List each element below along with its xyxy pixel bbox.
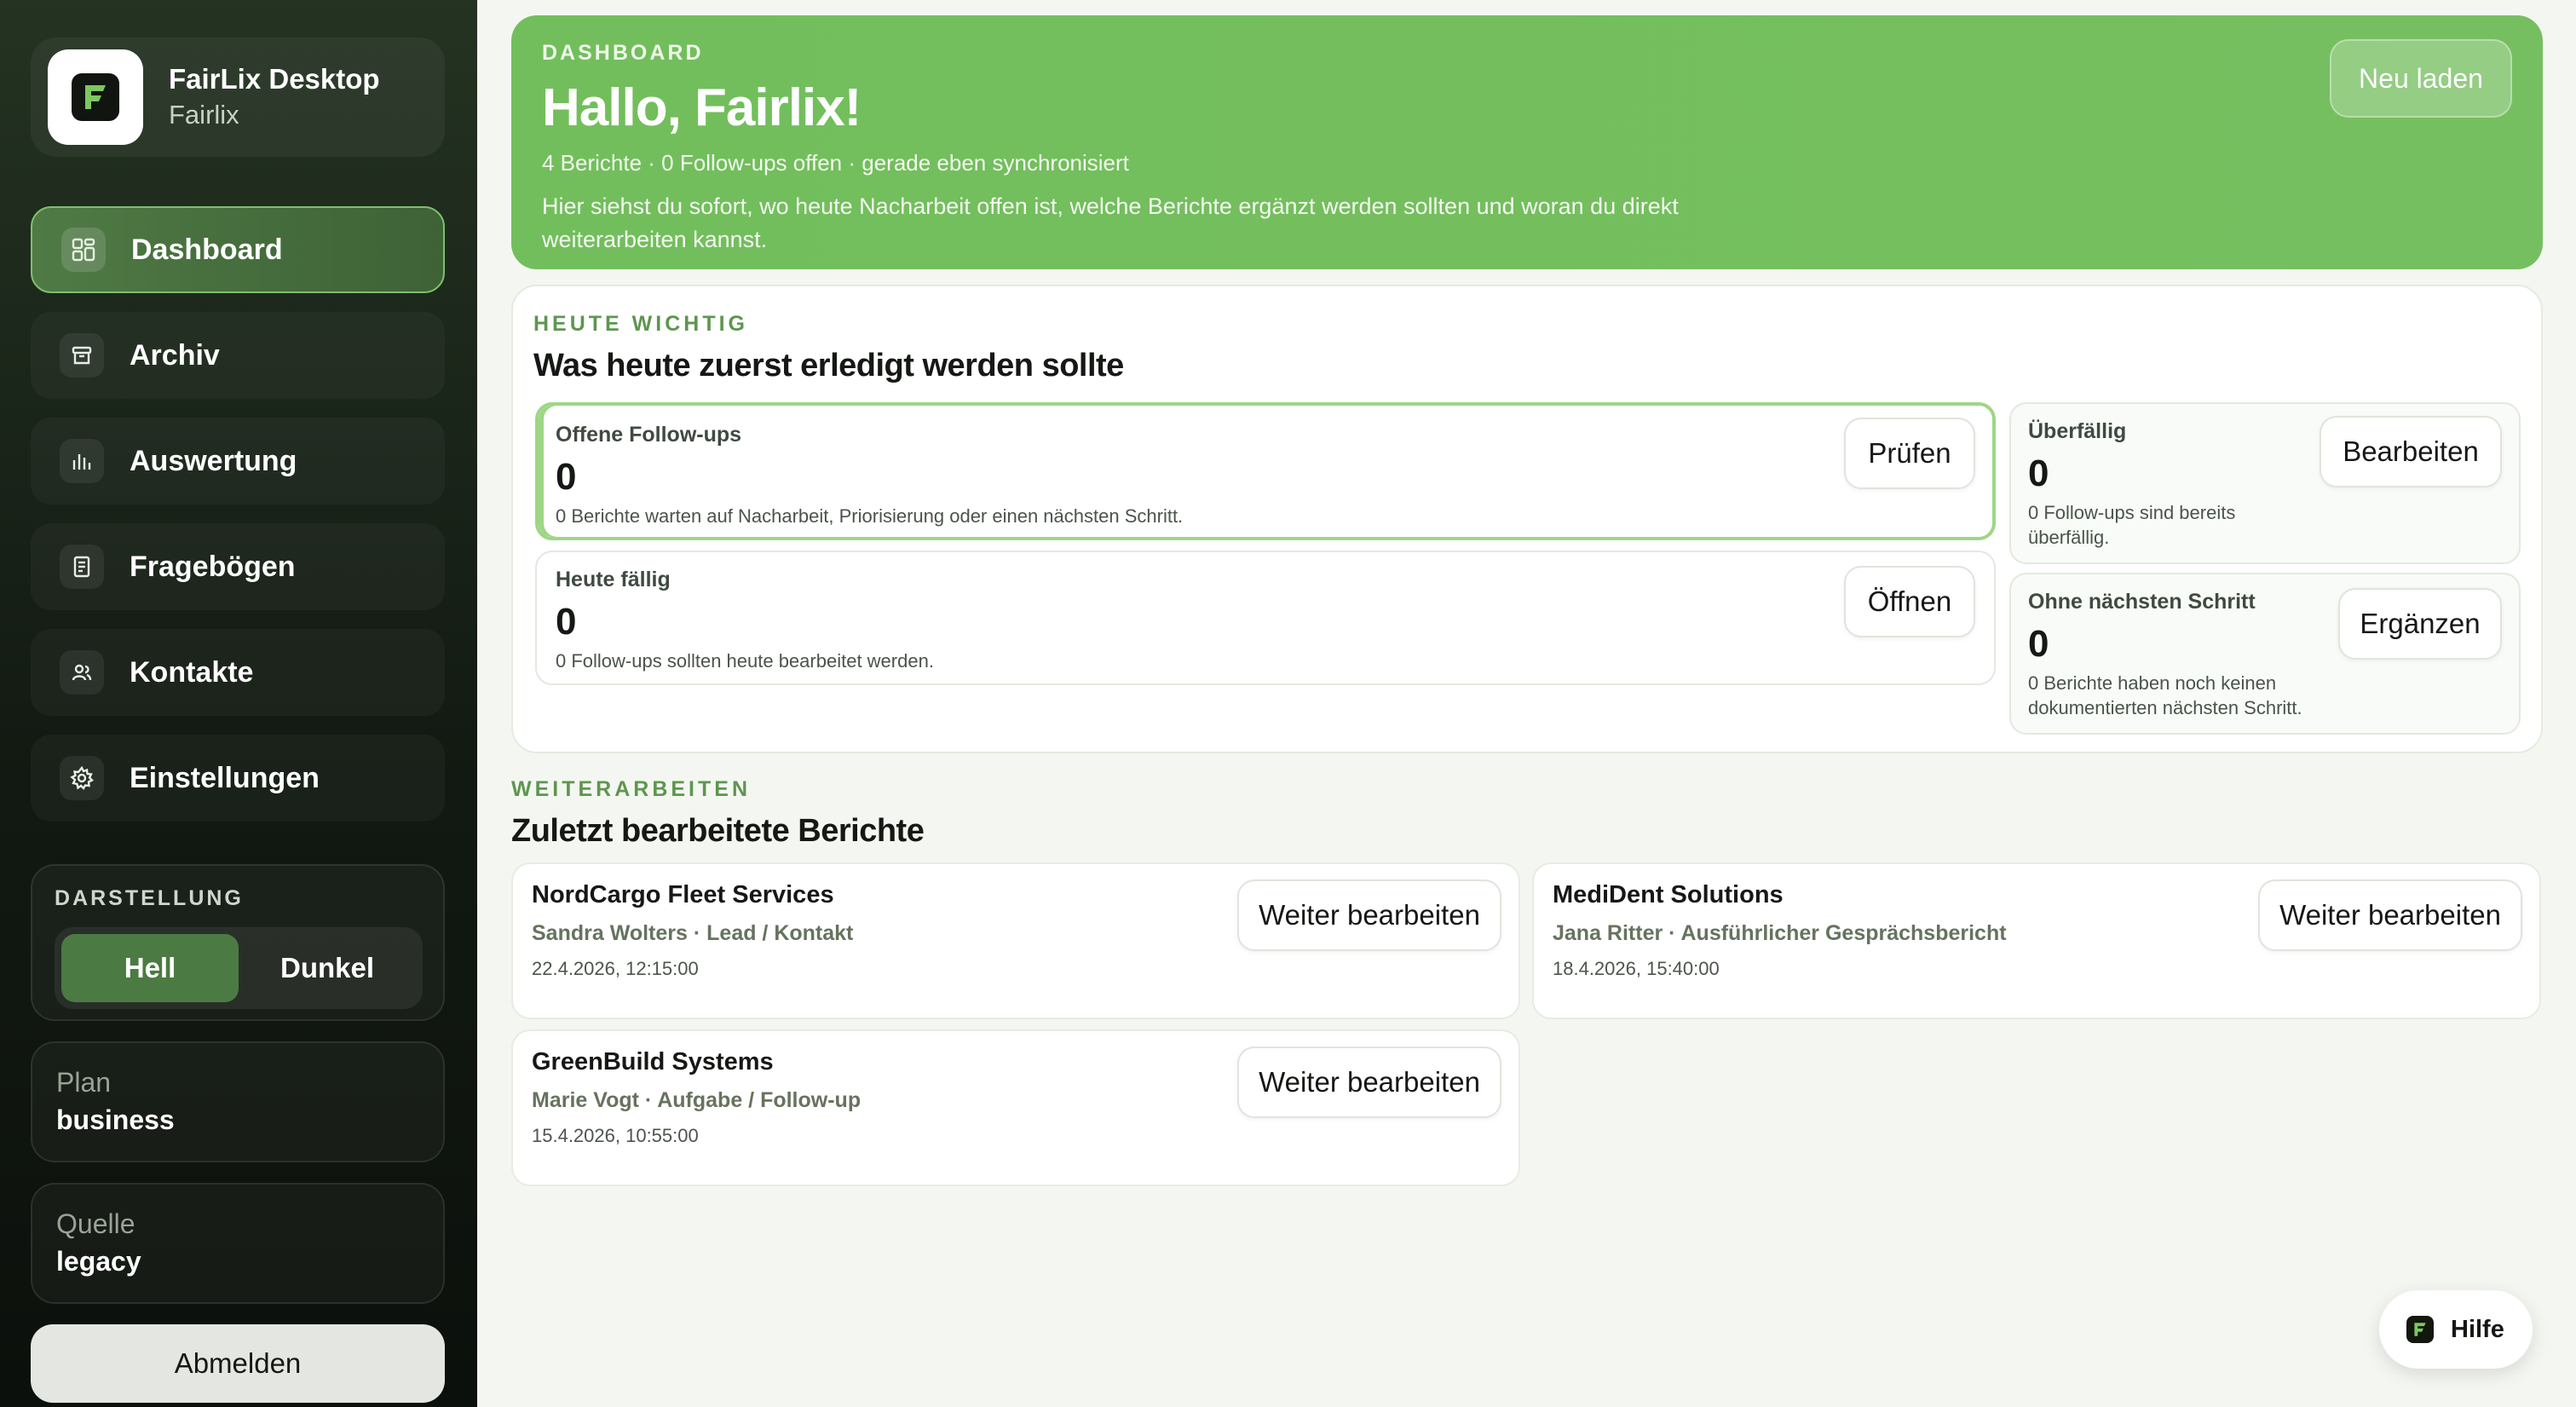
sidebar-item-label: Archiv [130,338,220,372]
due-today-card: Heute fällig 0 0 Follow-ups sollten heut… [535,551,1996,685]
theme-light-option[interactable]: Hell [61,934,239,1002]
review-button[interactable]: Prüfen [1844,418,1975,489]
today-title: Was heute zuerst erledigt werden sollte [533,348,1124,383]
plan-label: Plan [56,1067,112,1098]
continue-edit-button[interactable]: Weiter bearbeiten [1237,879,1501,951]
today-panel: HEUTE WICHTIG Was heute zuerst erledigt … [511,285,2543,753]
report-date: 18.4.2026, 15:40:00 [1553,958,1720,979]
source-info: Quelle legacy [31,1183,445,1304]
card-note: 0 Follow-ups sollten heute bearbeitet we… [556,650,934,672]
sidebar-item-label: Kontakte [130,655,254,689]
overdue-card: Überfällig 0 0 Follow-ups sind bereits ü… [2009,402,2521,564]
report-date: 15.4.2026, 10:55:00 [532,1125,699,1146]
card-label: Heute fällig [556,568,671,591]
open-followups-card: Offene Follow-ups 0 0 Berichte warten au… [535,402,1996,540]
continue-edit-button[interactable]: Weiter bearbeiten [1237,1047,1501,1118]
plan-value: business [56,1104,175,1135]
logout-button[interactable]: Abmelden [31,1324,445,1403]
help-logo-icon [2406,1316,2434,1343]
card-note: 0 Berichte haben noch keinen dokumentier… [2028,672,2302,718]
continue-title: Zuletzt bearbeitete Berichte [511,813,925,849]
source-value: legacy [56,1246,141,1277]
sidebar-item-label: Fragebögen [130,550,296,583]
source-label: Quelle [56,1208,135,1239]
fairlix-logo [48,49,143,145]
hero-description: Hier siehst du sofort, wo heute Nacharbe… [542,193,1679,252]
sidebar-item-label: Dashboard [131,233,283,266]
gear-icon [60,756,104,800]
sidebar-item-kontakte[interactable]: Kontakte [31,629,445,716]
report-date: 22.4.2026, 12:15:00 [532,958,699,979]
appearance-caption: DARSTELLUNG [55,886,244,910]
dashboard-grid-icon [61,228,106,272]
document-list-icon [60,545,104,589]
page-title: Hallo, Fairlix! [542,78,862,137]
edit-button[interactable]: Bearbeiten [2320,416,2502,487]
sync-status: 4 Berichte · 0 Follow-ups offen · gerade… [542,150,1129,176]
app-subtitle: Fairlix [169,100,239,130]
continue-edit-button[interactable]: Weiter bearbeiten [2258,879,2522,951]
bar-chart-icon [60,439,104,483]
reload-button[interactable]: Neu laden [2330,39,2512,118]
sidebar-item-dashboard[interactable]: Dashboard [31,206,445,293]
app-window: FairLix Desktop Fairlix Dashboard Archiv [0,0,2576,1407]
archive-box-icon [60,333,104,378]
sidebar-item-label: Einstellungen [130,761,320,794]
report-card[interactable]: NordCargo Fleet Services Sandra Wolters … [511,862,1520,1019]
contacts-icon [60,650,104,695]
card-note: 0 Follow-ups sind bereits überfällig. [2028,502,2236,548]
sidebar-item-einstellungen[interactable]: Einstellungen [31,735,445,822]
card-label: Offene Follow-ups [556,423,742,447]
sidebar-item-frageboegen[interactable]: Fragebögen [31,523,445,610]
help-button[interactable]: Hilfe [2379,1290,2533,1369]
report-card[interactable]: MediDent Solutions Jana Ritter · Ausführ… [1532,862,2541,1019]
sidebar-item-label: Auswertung [130,444,297,477]
brand-header: FairLix Desktop Fairlix [31,37,445,157]
sidebar: FairLix Desktop Fairlix Dashboard Archiv [0,0,477,1407]
sidebar-item-archiv[interactable]: Archiv [31,312,445,399]
card-note: 0 Berichte warten auf Nacharbeit, Priori… [556,505,1184,527]
plan-info: Plan business [31,1041,445,1162]
app-title: FairLix Desktop [169,63,380,95]
today-kicker: HEUTE WICHTIG [533,312,748,336]
theme-dark-option[interactable]: Dunkel [239,934,416,1002]
sidebar-item-auswertung[interactable]: Auswertung [31,418,445,505]
card-count: 0 [556,456,577,498]
continue-kicker: WEITERARBEITEN [511,777,751,801]
complete-button[interactable]: Ergänzen [2338,588,2502,660]
open-button[interactable]: Öffnen [1844,566,1975,637]
appearance-panel: DARSTELLUNG Hell Dunkel [31,864,445,1021]
help-label: Hilfe [2451,1315,2504,1343]
theme-toggle: Hell Dunkel [55,927,423,1009]
hero-kicker: DASHBOARD [542,41,704,65]
dashboard-hero: DASHBOARD Hallo, Fairlix! 4 Berichte · 0… [511,15,2543,269]
no-next-step-card: Ohne nächsten Schritt 0 0 Berichte haben… [2009,573,2521,735]
report-card[interactable]: GreenBuild Systems Marie Vogt · Aufgabe … [511,1029,1520,1186]
card-count: 0 [556,601,577,643]
